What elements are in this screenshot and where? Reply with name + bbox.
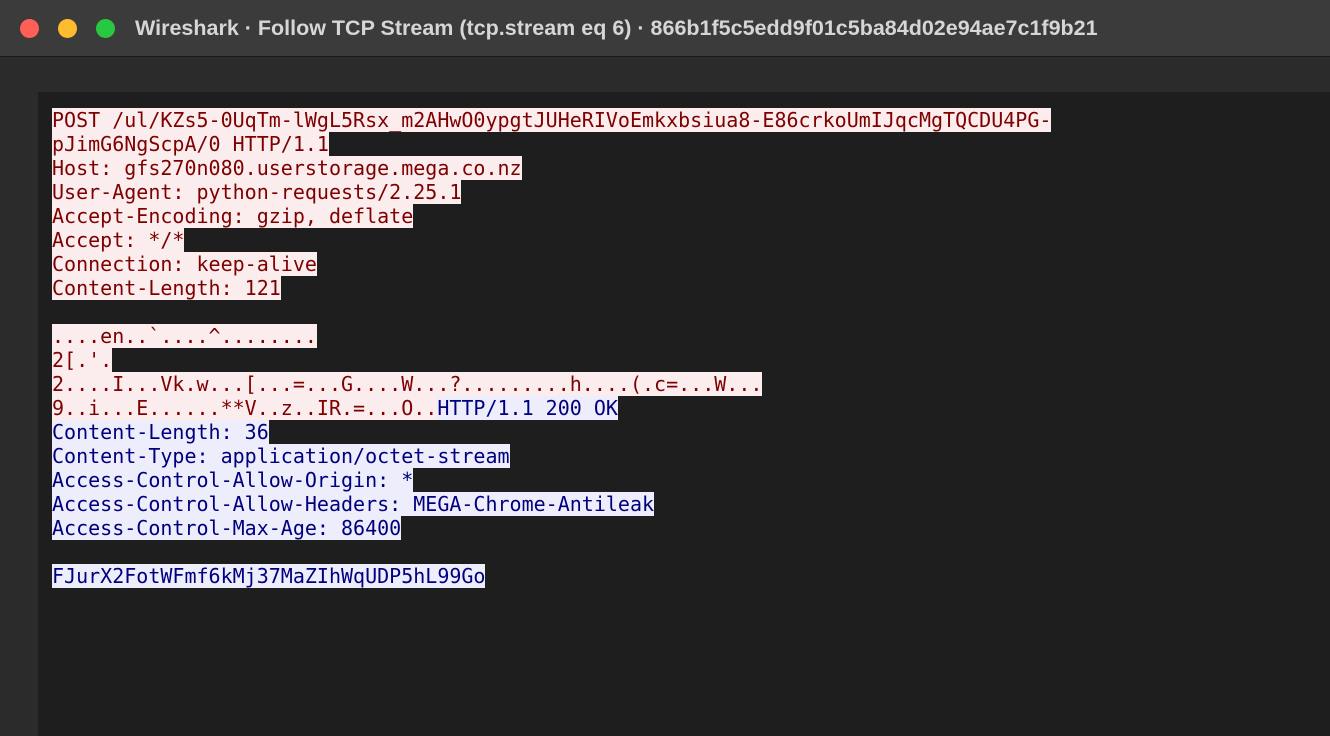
client-payload-text: 2....I...Vk.w...[...=...G....W...?......…	[52, 372, 763, 396]
close-window-button[interactable]	[20, 19, 39, 38]
client-payload-text: Accept: */*	[52, 228, 185, 252]
client-payload-text: User-Agent: python-requests/2.25.1	[52, 180, 462, 204]
stream-line: Access-Control-Allow-Origin: *	[52, 468, 1051, 492]
stream-line: Host: gfs270n080.userstorage.mega.co.nz	[52, 156, 1051, 180]
client-payload-text: pJimG6NgScpA/0 HTTP/1.1	[52, 132, 329, 156]
client-payload-text: Connection: keep-alive	[52, 252, 317, 276]
stream-blank-line	[52, 540, 1051, 564]
stream-line: pJimG6NgScpA/0 HTTP/1.1	[52, 132, 1051, 156]
stream-line: Accept: */*	[52, 228, 1051, 252]
server-payload-text: Access-Control-Allow-Headers: MEGA-Chrom…	[52, 492, 655, 516]
stream-text-area[interactable]: POST /ul/KZs5-0UqTm-lWgL5Rsx_m2AHwO0ypgt…	[52, 108, 1052, 588]
title-bar[interactable]: Wireshark · Follow TCP Stream (tcp.strea…	[0, 0, 1330, 57]
client-payload-text: 2[.'.	[52, 348, 113, 372]
window-chrome-strip	[0, 57, 1330, 85]
stream-line: 2[.'.	[52, 348, 1051, 372]
client-payload-text: POST /ul/KZs5-0UqTm-lWgL5Rsx_m2AHwO0ypgt…	[52, 108, 1052, 132]
client-payload-text: Host: gfs270n080.userstorage.mega.co.nz	[52, 156, 522, 180]
server-payload-text: Access-Control-Max-Age: 86400	[52, 516, 402, 540]
stream-line: Access-Control-Allow-Headers: MEGA-Chrom…	[52, 492, 1051, 516]
server-payload-text: Access-Control-Allow-Origin: *	[52, 468, 414, 492]
stream-line: Content-Length: 121	[52, 276, 1051, 300]
window-title: Wireshark · Follow TCP Stream (tcp.strea…	[135, 16, 1098, 40]
client-payload-text: Accept-Encoding: gzip, deflate	[52, 204, 414, 228]
stream-line: Accept-Encoding: gzip, deflate	[52, 204, 1051, 228]
stream-line: FJurX2FotWFmf6kMj37MaZIhWqUDP5hL99Go	[52, 564, 1051, 588]
zoom-window-button[interactable]	[96, 19, 115, 38]
stream-line: ....en..`....^........	[52, 324, 1051, 348]
server-payload-text: Content-Length: 36	[52, 420, 269, 444]
server-payload-text: Content-Type: application/octet-stream	[52, 444, 510, 468]
server-payload-text: HTTP/1.1 200 OK	[437, 396, 618, 420]
client-payload-text: ....en..`....^........	[52, 324, 317, 348]
stream-line: 9..i...E......**V..z..IR.=...O..HTTP/1.1…	[52, 396, 1051, 420]
client-payload-text: 9..i...E......**V..z..IR.=...O..	[52, 396, 438, 420]
wireshark-follow-stream-window: Wireshark · Follow TCP Stream (tcp.strea…	[0, 0, 1330, 736]
minimize-window-button[interactable]	[58, 19, 77, 38]
stream-line: Access-Control-Max-Age: 86400	[52, 516, 1051, 540]
client-payload-text: Content-Length: 121	[52, 276, 281, 300]
stream-line: Content-Type: application/octet-stream	[52, 444, 1051, 468]
stream-blank-line	[52, 300, 1051, 324]
server-payload-text: FJurX2FotWFmf6kMj37MaZIhWqUDP5hL99Go	[52, 564, 486, 588]
stream-line: POST /ul/KZs5-0UqTm-lWgL5Rsx_m2AHwO0ypgt…	[52, 108, 1052, 132]
stream-content-pane[interactable]: POST /ul/KZs5-0UqTm-lWgL5Rsx_m2AHwO0ypgt…	[38, 92, 1330, 736]
stream-line: Content-Length: 36	[52, 420, 1051, 444]
stream-line: Connection: keep-alive	[52, 252, 1051, 276]
stream-line: User-Agent: python-requests/2.25.1	[52, 180, 1051, 204]
stream-line: 2....I...Vk.w...[...=...G....W...?......…	[52, 372, 1051, 396]
